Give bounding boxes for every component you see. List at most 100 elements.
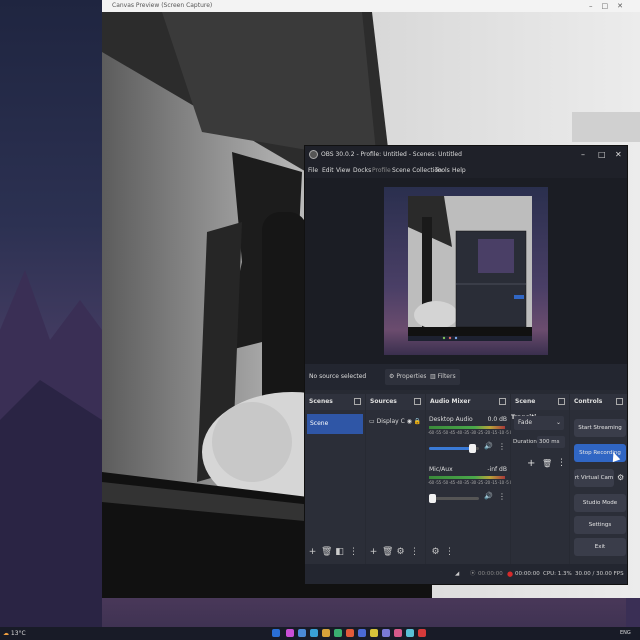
menu-help[interactable]: Help [452,164,466,178]
obs-logo-icon [309,150,318,159]
app-icon[interactable] [310,629,318,637]
app-icon[interactable] [394,629,402,637]
app-icon[interactable] [286,629,294,637]
scenes-footer: + 🗑 ◧ ⋮ [305,542,365,564]
language-indicator[interactable]: ENG [620,627,631,640]
more-icon[interactable]: ⋮ [498,442,506,451]
projector-window-controls[interactable]: –□✕ [589,0,632,12]
menu-profile[interactable]: Profile [372,164,391,178]
add-scene-icon[interactable]: + [308,548,317,557]
filter-icon: ▥ [430,373,436,380]
source-toolbar: No source selected ⚙ Properties ▥ Filter… [305,364,627,390]
app-icon[interactable] [322,629,330,637]
source-list-item[interactable]: ▭ Display C ◉ 🔒 [369,418,421,425]
dock-popout-icon[interactable] [499,398,506,405]
menu-docks[interactable]: Docks [353,164,371,178]
fps-readout: 30.00 / 30.00 FPS [575,571,624,577]
virtual-cam-settings-icon[interactable]: ⚙ [617,473,624,482]
add-source-icon[interactable]: + [369,548,378,557]
speaker-icon[interactable]: 🔊 [484,492,493,500]
record-icon: ● [507,570,514,578]
audio-mixer-footer: ⚙ ⋮ [426,542,510,564]
controls-dock: Controls Start Streaming Stop Recording … [570,394,627,564]
app-icon[interactable] [406,629,414,637]
transition-select[interactable]: Fade ⌄ [514,416,564,430]
desktop-audio-label: Desktop Audio [429,416,473,423]
scene-transitions-dock: Scene Transiti... Fade ⌄ Duration 300 ms… [511,394,569,564]
studio-mode-button[interactable]: Studio Mode [574,494,626,512]
remove-source-icon[interactable]: 🗑 [382,548,393,557]
audio-mixer-title: Audio Mixer [430,398,471,405]
desktop-audio-meter [429,426,505,429]
more-icon[interactable]: ⋮ [498,492,506,501]
maximize-button[interactable]: □ [598,146,606,164]
desktop-audio-volume-slider[interactable] [429,444,479,453]
dock-popout-icon[interactable] [414,398,421,405]
menu-file[interactable]: File [308,164,318,178]
volume-fill [429,447,472,450]
close-button[interactable]: ✕ [615,146,622,164]
scene-filters-icon[interactable]: ◧ [335,548,344,557]
minimize-button[interactable]: – [581,146,585,164]
dock-popout-icon[interactable] [616,398,623,405]
properties-button[interactable]: ⚙ Properties [385,369,431,385]
duration-label: Duration [513,439,537,445]
chevron-down-icon: ⌄ [555,419,561,426]
source-name: Display C [376,418,405,425]
mic-aux-volume-slider[interactable] [428,494,479,503]
record-time: 00:00:00 [515,571,540,577]
audio-mixer-dock-title: Audio Mixer [426,394,510,410]
start-icon[interactable] [272,629,280,637]
sources-dock-title: Sources [366,394,425,410]
app-icon[interactable] [382,629,390,637]
menu-edit[interactable]: Edit [322,164,334,178]
app-icon[interactable] [346,629,354,637]
filters-button[interactable]: ▥ Filters [426,369,460,385]
advanced-audio-icon[interactable]: ⚙ [431,548,440,557]
scene-list-item[interactable]: Scene [307,414,363,434]
stream-status-icon: ⦿ [470,571,476,577]
start-streaming-button[interactable]: Start Streaming [574,419,626,437]
more-icon[interactable]: ⋮ [349,548,358,557]
volume-knob[interactable] [468,444,476,453]
app-icon[interactable] [358,629,366,637]
add-transition-icon[interactable]: + [527,458,535,469]
more-icon[interactable]: ⋮ [445,548,454,557]
duration-stepper[interactable]: 300 ms [537,436,565,448]
more-icon[interactable]: ⋮ [410,548,419,557]
speaker-icon[interactable]: 🔊 [484,442,493,450]
menu-tools[interactable]: Tools [435,164,450,178]
status-bar: ◢ ⦿ 00:00:00 ● 00:00:00 CPU: 1.3% 30.00 … [305,564,627,584]
obs-titlebar: OBS 30.0.2 - Profile: Untitled - Scenes:… [305,146,627,164]
weather-widget[interactable]: ☁ 13°C [3,627,26,640]
remove-transition-icon[interactable]: 🗑 [542,459,552,468]
controls-dock-title: Controls [570,394,627,410]
taskbar: ☁ 13°C ENG [0,627,640,640]
source-settings-icon[interactable]: ⚙ [396,548,405,557]
dock-popout-icon[interactable] [558,398,565,405]
app-icon[interactable] [418,629,426,637]
exit-button[interactable]: Exit [574,538,626,556]
desktop-audio-level: 0.0 dB [487,416,507,423]
weather-temp: 13°C [10,630,26,637]
app-icon[interactable] [334,629,342,637]
canvas-preview[interactable] [384,187,548,355]
volume-knob[interactable] [428,494,436,503]
lock-icon[interactable]: 🔒 [414,418,421,425]
scenes-title: Scenes [309,398,333,405]
audio-mixer-dock: Audio Mixer Desktop Audio 0.0 dB -60 -55… [426,394,513,564]
settings-button[interactable]: Settings [574,516,626,534]
remove-scene-icon[interactable]: 🗑 [321,548,332,557]
menu-view[interactable]: View [336,164,350,178]
visibility-icon[interactable]: ◉ [407,418,412,425]
filters-label: Filters [437,373,456,380]
dock-popout-icon[interactable] [354,398,361,405]
sources-dock: Sources ▭ Display C ◉ 🔒 + 🗑 ⚙ ⋮ [366,394,425,564]
more-icon[interactable]: ⋮ [557,458,566,468]
app-icon[interactable] [298,629,306,637]
transition-type: Fade [518,419,533,426]
mic-aux-meter [429,476,505,479]
app-icon[interactable] [370,629,378,637]
mic-aux-ticks: -60 -55 -50 -45 -40 -35 -30 -25 -20 -15 … [428,480,513,485]
start-virtual-camera-button[interactable]: rt Virtual Cam [574,469,614,487]
